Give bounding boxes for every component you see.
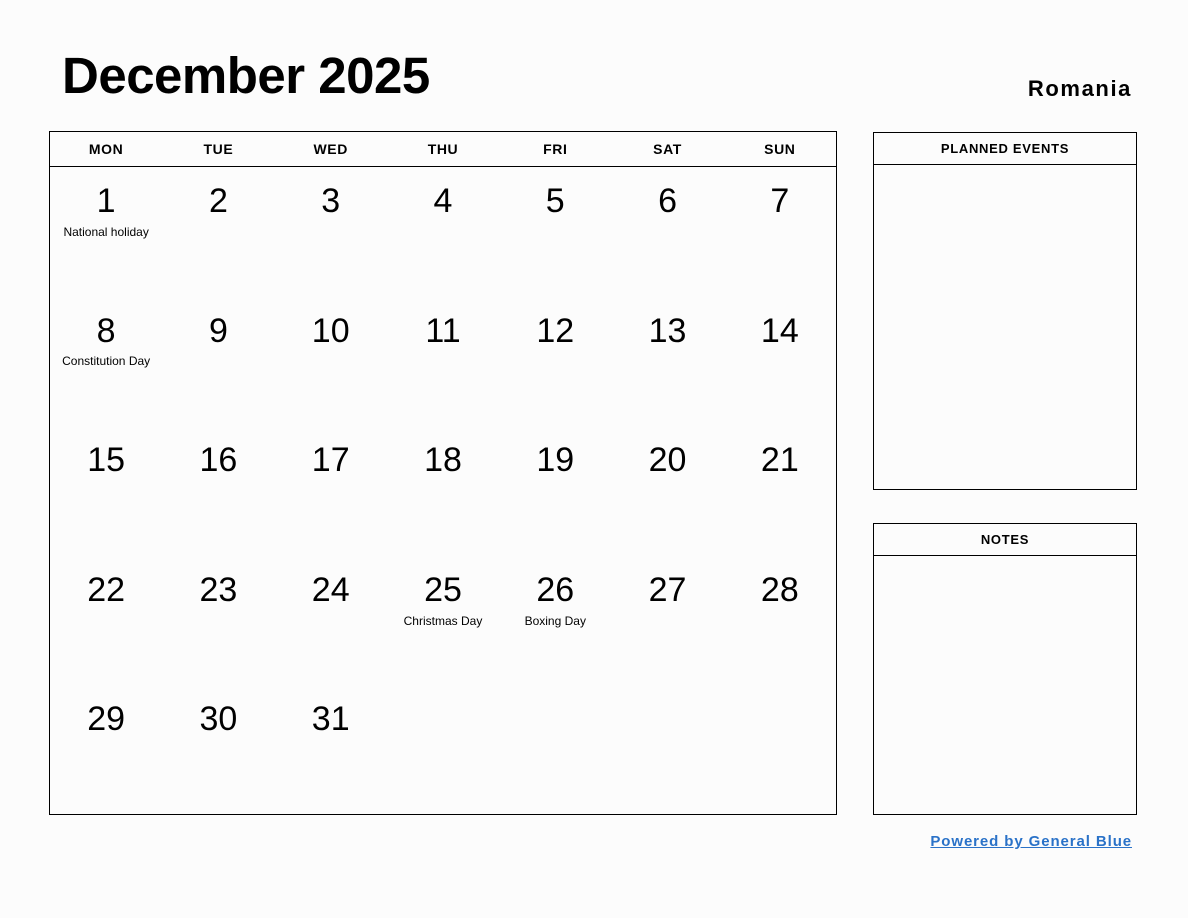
day-number: 2 (208, 182, 228, 220)
day-number: 17 (311, 441, 350, 480)
weekday-header-thu: THU (427, 141, 459, 157)
calendar-day-cell[interactable]: 24 (275, 556, 387, 686)
calendar-empty-cell (387, 685, 499, 815)
weekday-header-mon: MON (88, 141, 124, 157)
calendar-empty-cell (611, 685, 723, 815)
calendar-day-cell[interactable]: 4 (387, 167, 499, 297)
calendar-day-cell[interactable]: 25 Christmas Day (387, 556, 499, 686)
weekday-header-tue: TUE (203, 141, 234, 157)
calendar-day-cell[interactable]: 31 (275, 685, 387, 815)
calendar-empty-cell (499, 685, 611, 815)
day-number: 7 (770, 182, 790, 220)
day-number: 19 (536, 441, 575, 480)
day-number: 29 (87, 700, 126, 739)
calendar-week-row: 8 Constitution Day 9 10 11 12 13 14 (50, 297, 836, 427)
notes-title: NOTES (874, 524, 1136, 556)
day-event-label: Christmas Day (403, 613, 483, 628)
calendar-day-cell[interactable]: 3 (275, 167, 387, 297)
calendar-day-cell[interactable]: 8 Constitution Day (50, 297, 162, 427)
day-number: 10 (311, 311, 350, 350)
day-number: 14 (760, 311, 799, 350)
calendar-day-cell[interactable]: 26 Boxing Day (499, 556, 611, 686)
notes-body[interactable] (874, 556, 1136, 814)
planned-events-title: PLANNED EVENTS (874, 133, 1136, 165)
day-number: 30 (199, 700, 238, 739)
calendar-day-cell[interactable]: 30 (162, 685, 274, 815)
calendar-day-cell[interactable]: 17 (275, 426, 387, 556)
day-number: 1 (96, 182, 116, 220)
day-event-label: Boxing Day (524, 613, 586, 628)
calendar-day-cell[interactable]: 1 National holiday (50, 167, 162, 297)
day-number: 13 (648, 311, 687, 350)
weekday-header-wed: WED (313, 141, 348, 157)
day-number: 31 (311, 700, 350, 739)
day-number: 5 (545, 182, 565, 220)
notes-panel: NOTES (873, 523, 1137, 815)
planned-events-body[interactable] (874, 165, 1136, 489)
calendar-day-cell[interactable]: 29 (50, 685, 162, 815)
day-number: 25 (424, 570, 462, 609)
calendar-day-cell[interactable]: 7 (724, 167, 836, 297)
day-number: 12 (536, 311, 575, 350)
calendar-day-cell[interactable]: 16 (162, 426, 274, 556)
calendar-day-cell[interactable]: 15 (50, 426, 162, 556)
planned-events-panel: PLANNED EVENTS (873, 132, 1137, 490)
calendar-day-cell[interactable]: 21 (724, 426, 836, 556)
calendar-week-row: 15 16 17 18 19 20 21 (50, 426, 836, 556)
calendar-empty-cell (724, 685, 836, 815)
day-number: 22 (87, 570, 126, 609)
weekday-header-row: MON TUE WED THU FRI SAT SUN (50, 132, 836, 167)
calendar-weeks: 1 National holiday 2 3 4 5 6 7 8 Constitution Day… (50, 167, 836, 815)
calendar-week-row: 29 30 31 (50, 685, 836, 815)
day-number: 3 (321, 182, 341, 220)
calendar-week-row: 1 National holiday 2 3 4 5 6 7 (50, 167, 836, 297)
weekday-header-sun: SUN (764, 141, 796, 157)
country-label: Romania (1027, 76, 1132, 101)
day-event-label: National holiday (63, 224, 149, 239)
powered-by-link[interactable]: Powered by General Blue (930, 833, 1132, 850)
day-number: 4 (433, 182, 453, 220)
calendar-day-cell[interactable]: 23 (162, 556, 274, 686)
calendar-day-cell[interactable]: 14 (724, 297, 836, 427)
day-number: 6 (658, 182, 677, 220)
day-number: 21 (760, 441, 799, 480)
calendar-day-cell[interactable]: 11 (387, 297, 499, 427)
page-header: December 2025 Romania (0, 0, 1188, 128)
calendar-day-cell[interactable]: 9 (162, 297, 274, 427)
calendar-grid: MON TUE WED THU FRI SAT SUN 1 National holiday 2… (49, 131, 837, 815)
day-number: 24 (311, 570, 350, 609)
weekday-header-sat: SAT (653, 141, 682, 157)
day-number: 8 (96, 311, 116, 350)
day-number: 16 (199, 441, 238, 480)
day-number: 11 (425, 311, 461, 350)
day-event-label: Constitution Day (62, 354, 151, 369)
day-number: 9 (208, 311, 228, 350)
calendar-day-cell[interactable]: 19 (499, 426, 611, 556)
calendar-day-cell[interactable]: 2 (162, 167, 274, 297)
calendar-week-row: 22 23 24 25 Christmas Day 26 Boxing Day 27 28 (50, 556, 836, 686)
calendar-day-cell[interactable]: 20 (611, 426, 723, 556)
day-number: 27 (648, 570, 687, 609)
day-number: 23 (199, 570, 238, 609)
day-number: 15 (87, 441, 126, 480)
calendar-day-cell[interactable]: 10 (275, 297, 387, 427)
day-number: 20 (648, 441, 687, 480)
calendar-day-cell[interactable]: 27 (611, 556, 723, 686)
day-number: 18 (424, 441, 462, 480)
calendar-day-cell[interactable]: 6 (611, 167, 723, 297)
calendar-day-cell[interactable]: 13 (611, 297, 723, 427)
weekday-header-fri: FRI (543, 141, 568, 157)
calendar-day-cell[interactable]: 12 (499, 297, 611, 427)
calendar-day-cell[interactable]: 5 (499, 167, 611, 297)
day-number: 28 (760, 570, 799, 609)
calendar-day-cell[interactable]: 28 (724, 556, 836, 686)
calendar-day-cell[interactable]: 22 (50, 556, 162, 686)
calendar-day-cell[interactable]: 18 (387, 426, 499, 556)
day-number: 26 (536, 570, 575, 609)
page-title: December 2025 (62, 47, 430, 104)
